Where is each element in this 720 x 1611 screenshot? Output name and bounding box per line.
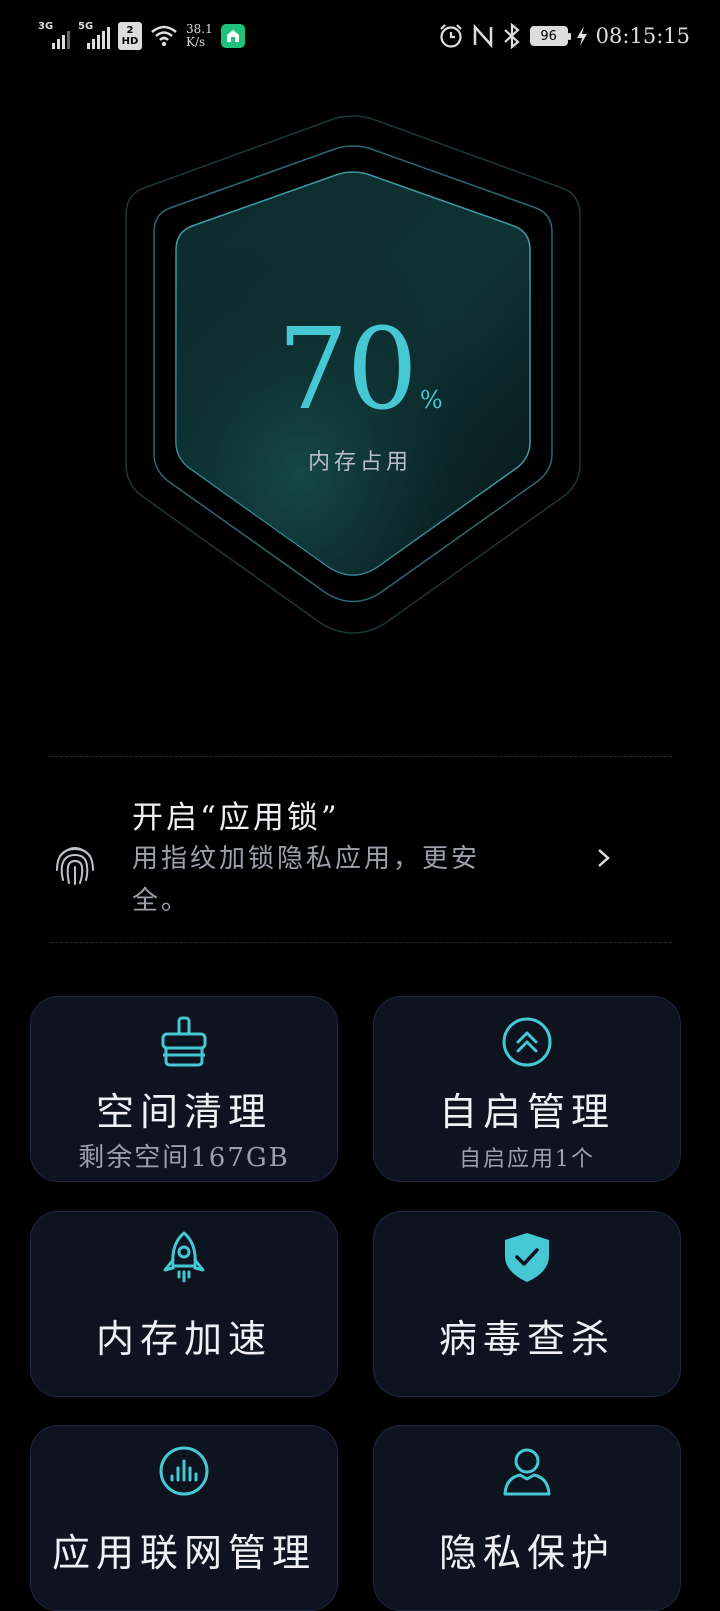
app-lock-description: 用指纹加锁隐私应用，更安全。 — [132, 844, 481, 916]
app-network-title: 应用联网管理 — [51, 1531, 316, 1575]
user-icon — [503, 1448, 551, 1496]
hd-bottom-label: HD — [121, 36, 139, 47]
battery-level: 96 — [540, 28, 557, 44]
network-bars-icon — [159, 1446, 209, 1496]
space-cleanup-card[interactable]: 空间清理 剩余空间167GB — [30, 996, 338, 1182]
space-cleanup-subtitle: 剩余空间167GB — [78, 1143, 290, 1173]
space-cleanup-title: 空间清理 — [95, 1090, 272, 1134]
signal-1-label: 3G — [38, 21, 54, 32]
charging-icon — [576, 26, 587, 46]
autostart-subtitle: 自启应用1个 — [459, 1147, 595, 1172]
privacy-protection-card[interactable]: 隐私保护 — [373, 1425, 681, 1611]
chevron-right-icon[interactable] — [596, 844, 612, 872]
bluetooth-icon — [503, 23, 520, 49]
app-lock-title: 开启“应用锁” — [132, 800, 340, 836]
memory-usage-value: 70% — [0, 310, 720, 430]
virus-scan-title: 病毒查杀 — [438, 1317, 615, 1361]
virus-scan-card[interactable]: 病毒查杀 — [373, 1211, 681, 1397]
speed-unit: K/s — [186, 35, 206, 49]
broom-icon — [161, 1016, 207, 1067]
autostart-card[interactable]: 自启管理 自启应用1个 — [373, 996, 681, 1182]
nfc-icon — [473, 24, 492, 48]
status-time: 08:15:15 — [595, 24, 690, 48]
status-bar: 3G 5G 2 HD 38.1 K/s 96 08:15:15 — [0, 0, 720, 72]
privacy-protection-title: 隐私保护 — [438, 1531, 615, 1575]
app-lock-banner[interactable]: 开启“应用锁” 用指纹加锁隐私应用，更安全。 — [50, 772, 672, 952]
battery-indicator: 96 — [529, 26, 571, 46]
hd-voice-icon: 2 HD — [118, 22, 142, 50]
memory-boost-title: 内存加速 — [95, 1317, 272, 1361]
rocket-icon — [163, 1231, 205, 1283]
signal-3g-icon: 3G — [38, 21, 70, 51]
network-speed: 38.1 K/s — [186, 23, 213, 49]
app-notification-icon — [220, 24, 245, 48]
wifi-icon — [151, 25, 177, 47]
app-network-card[interactable]: 应用联网管理 — [30, 1425, 338, 1611]
memory-usage-unit: % — [419, 386, 443, 414]
autostart-title: 自启管理 — [438, 1090, 615, 1134]
fingerprint-icon — [56, 847, 94, 885]
hd-top-label: 2 — [126, 25, 134, 36]
memory-boost-card[interactable]: 内存加速 — [30, 1211, 338, 1397]
alarm-icon — [439, 24, 462, 48]
memory-usage-label: 内存占用 — [307, 450, 412, 475]
divider-top — [50, 756, 672, 757]
memory-usage-number: 70 — [277, 305, 418, 435]
shield-check-icon — [505, 1233, 549, 1282]
double-chevron-up-icon — [502, 1017, 552, 1067]
signal-5g-icon: 5G — [78, 21, 110, 51]
divider-bottom — [50, 942, 672, 943]
